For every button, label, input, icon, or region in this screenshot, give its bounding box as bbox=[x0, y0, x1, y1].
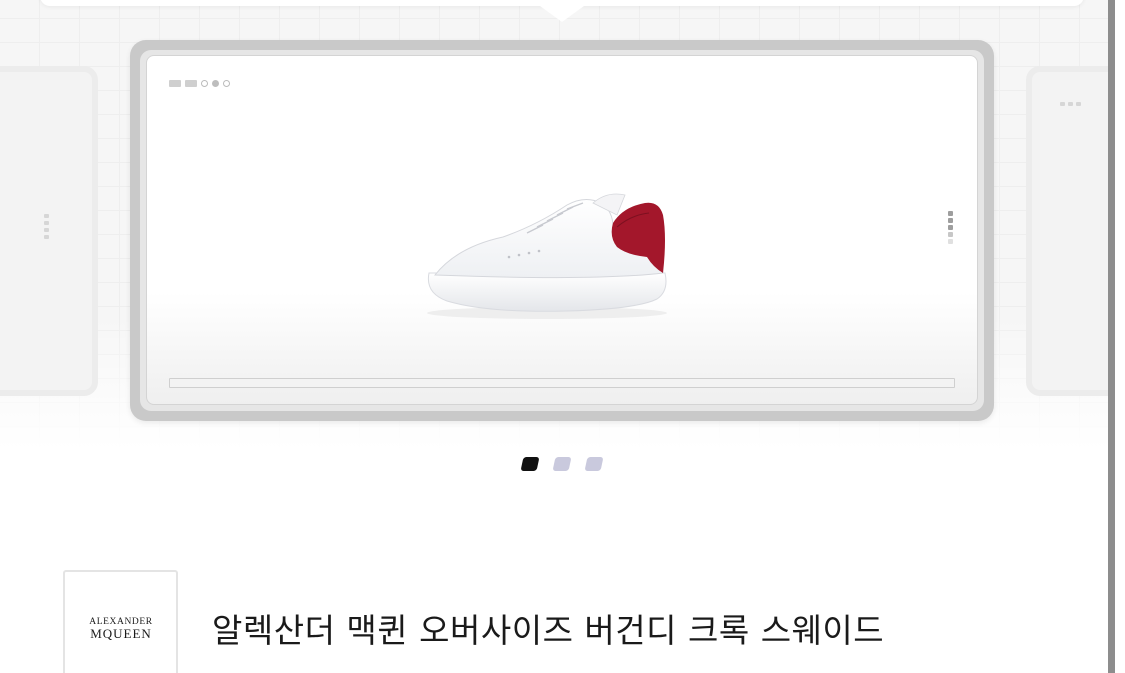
product-image-frame bbox=[130, 40, 994, 421]
image-scroll-bar[interactable] bbox=[169, 378, 955, 388]
next-slide-dots bbox=[1060, 102, 1081, 106]
vertical-slide-indicator bbox=[948, 211, 953, 244]
scrollbar-thumb[interactable] bbox=[1108, 0, 1115, 673]
pager-dot-3[interactable] bbox=[584, 457, 604, 471]
alexander-mcqueen-logo: ALEXANDER MQUEEN bbox=[89, 617, 152, 641]
product-title: 알렉산더 맥퀸 오버사이즈 버건디 크록 스웨이드 bbox=[212, 611, 885, 650]
prev-slide-dots bbox=[44, 214, 49, 239]
prev-slide-preview[interactable] bbox=[0, 66, 98, 396]
brand-logo-box[interactable]: ALEXANDER MQUEEN bbox=[63, 570, 178, 673]
frame-bezel bbox=[140, 50, 984, 411]
pager-dot-1[interactable] bbox=[520, 457, 540, 471]
screen-indicator-dots bbox=[169, 80, 230, 87]
pager-dot-2[interactable] bbox=[552, 457, 572, 471]
sneaker-image bbox=[427, 193, 667, 319]
svg-text:MQUEEN: MQUEEN bbox=[90, 626, 152, 641]
page-scrollbar[interactable] bbox=[1108, 0, 1125, 673]
product-image-viewer[interactable] bbox=[146, 55, 978, 405]
top-notch bbox=[540, 6, 584, 22]
carousel-pagination bbox=[520, 457, 604, 471]
